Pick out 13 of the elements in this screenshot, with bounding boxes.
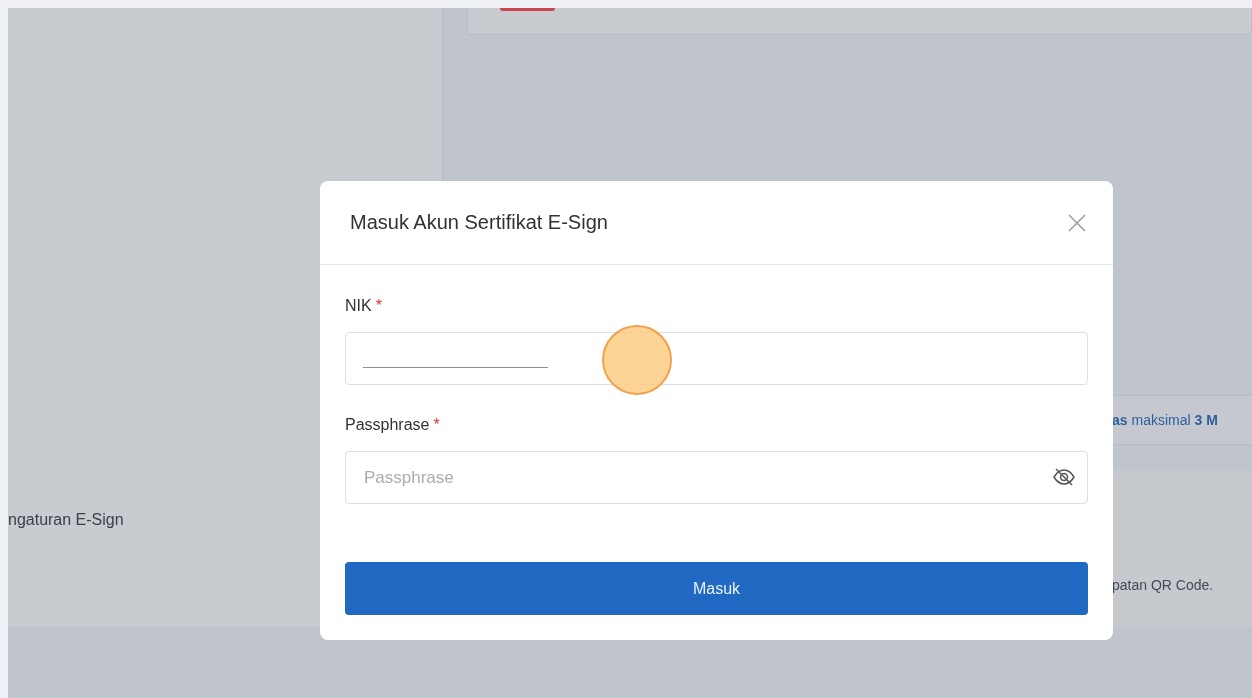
dialog-title: Masuk Akun Sertifikat E-Sign xyxy=(350,211,608,234)
input-field[interactable]: Passphrase xyxy=(345,451,1088,504)
input-field[interactable] xyxy=(345,332,1088,385)
close-icon[interactable] xyxy=(1067,212,1087,233)
login-button[interactable]: Masuk xyxy=(345,562,1088,615)
field-label: NIK xyxy=(345,297,372,314)
required-mark: * xyxy=(375,297,382,314)
required-mark: * xyxy=(433,416,440,433)
field-label: Passphrase xyxy=(345,416,430,433)
tag xyxy=(500,8,555,11)
qr-hint: patan QR Code. xyxy=(1112,577,1214,593)
sidebar-text: ngaturan E-Sign xyxy=(8,511,124,528)
upload-hint: as maksimal 3 M xyxy=(1112,412,1218,428)
